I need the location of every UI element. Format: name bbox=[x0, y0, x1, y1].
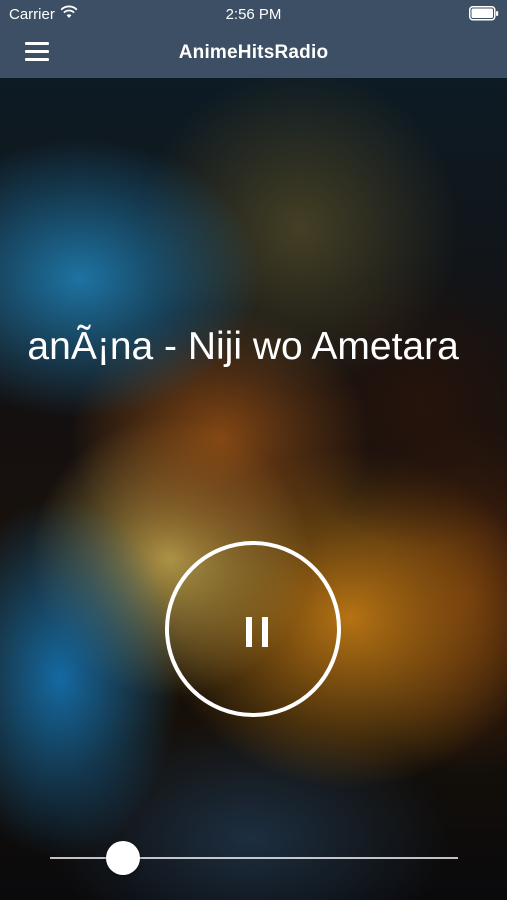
now-playing-title: Shiena NanÃ¡na - Niji wo Ametara bbox=[25, 322, 483, 372]
battery-icon bbox=[469, 6, 499, 21]
album-artwork-background: Shiena NanÃ¡na - Niji wo Ametara bbox=[0, 78, 507, 900]
app-title: AnimeHitsRadio bbox=[178, 42, 329, 63]
navigation-bar: AnimeHitsRadio bbox=[0, 28, 507, 78]
status-time: 2:56 PM bbox=[225, 6, 282, 23]
volume-slider-thumb[interactable] bbox=[106, 841, 141, 875]
pause-icon bbox=[246, 617, 268, 647]
volume-slider[interactable] bbox=[50, 840, 458, 876]
status-bar: Carrier 2:56 PM bbox=[0, 0, 507, 28]
play-pause-button[interactable] bbox=[165, 541, 341, 717]
now-playing-title-text: Shiena NanÃ¡na - Niji wo Ametara bbox=[25, 325, 459, 368]
